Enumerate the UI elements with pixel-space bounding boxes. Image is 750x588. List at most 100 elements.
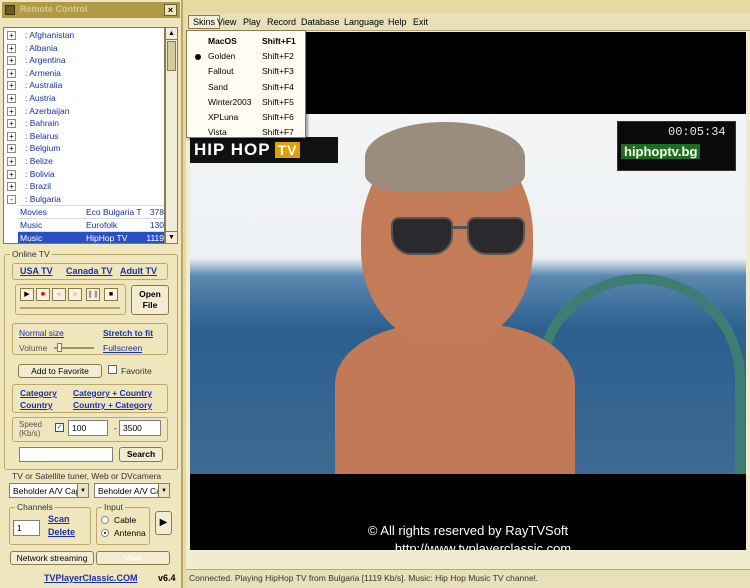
- collapse-icon[interactable]: -: [7, 194, 16, 204]
- expand-icon[interactable]: +: [7, 169, 16, 179]
- fullscreen-link[interactable]: Fullscreen: [103, 343, 142, 353]
- list-item[interactable]: +: Brazil: [4, 180, 164, 193]
- usa-tv-link[interactable]: USA TV: [20, 266, 53, 276]
- volume-thumb[interactable]: [57, 343, 62, 352]
- expand-icon[interactable]: +: [7, 157, 16, 166]
- stretch-to-fit-link[interactable]: Stretch to fit: [103, 328, 153, 338]
- expand-icon[interactable]: +: [7, 81, 16, 91]
- skin-name: Golden: [208, 51, 236, 62]
- view-button[interactable]: View: [96, 551, 170, 565]
- radio-dot-icon: [104, 532, 106, 534]
- list-item[interactable]: +: Armenia: [4, 67, 164, 80]
- menu-database[interactable]: Database: [301, 17, 340, 27]
- chevron-down-icon[interactable]: ▼: [77, 484, 88, 497]
- menu-exit[interactable]: Exit: [413, 17, 428, 27]
- expand-icon[interactable]: +: [7, 144, 16, 154]
- device1-select[interactable]: Beholder A/V Cap ▼: [9, 483, 89, 498]
- country-name: : Belarus: [25, 130, 59, 141]
- table-row[interactable]: Movies Eco Bulgaria T 378: [18, 205, 164, 218]
- canada-tv-link[interactable]: Canada TV: [66, 266, 113, 276]
- close-icon[interactable]: ×: [164, 4, 177, 16]
- skin-menu-item[interactable]: Sand Shift+F4: [187, 80, 305, 95]
- list-item[interactable]: +: Bahrain: [4, 117, 164, 130]
- window-title: Remote Control: [20, 4, 88, 14]
- chevron-down-icon[interactable]: ▼: [158, 484, 169, 497]
- expand-icon[interactable]: +: [7, 31, 16, 40]
- scroll-up-icon[interactable]: ▲: [166, 28, 177, 40]
- list-item[interactable]: +: Austria: [4, 92, 164, 105]
- table-row[interactable]: Music HipHop TV 1119: [18, 230, 164, 243]
- menu-record[interactable]: Record: [267, 17, 296, 27]
- expand-icon[interactable]: +: [7, 119, 16, 129]
- title-bar[interactable]: Remote Control ×: [2, 2, 180, 18]
- expand-icon[interactable]: +: [7, 106, 16, 116]
- cable-radio[interactable]: [101, 516, 109, 524]
- scroll-down-icon[interactable]: ▼: [166, 231, 177, 243]
- category-country-link[interactable]: Category + Country: [73, 388, 152, 398]
- eject-icon[interactable]: ■: [104, 288, 118, 301]
- list-item[interactable]: +: Argentina: [4, 54, 164, 67]
- delete-link[interactable]: Delete: [48, 527, 75, 537]
- stop-icon[interactable]: ■: [36, 288, 50, 301]
- adult-tv-link[interactable]: Adult TV: [120, 266, 157, 276]
- country-name: : Bulgaria: [25, 193, 61, 204]
- expand-icon[interactable]: +: [7, 43, 16, 53]
- scan-link[interactable]: Scan: [48, 514, 70, 524]
- list-item[interactable]: + : Belarus: [4, 130, 164, 143]
- country-link[interactable]: Country: [20, 400, 53, 410]
- expand-icon[interactable]: +: [7, 68, 16, 78]
- country-category-link[interactable]: Country + Category: [73, 400, 152, 410]
- normal-size-link[interactable]: Normal size: [19, 328, 64, 338]
- speed-max-input[interactable]: 3500: [119, 420, 161, 436]
- expand-icon[interactable]: +: [7, 56, 16, 66]
- country-tree[interactable]: +: Afghanistan +: Albania +: Argentina +: A…: [3, 27, 165, 244]
- list-item[interactable]: +: Bolivia: [4, 168, 164, 181]
- device2-value: Beholder A/V Ca: [98, 486, 161, 496]
- skin-menu-item[interactable]: Vista Shift+F7: [187, 125, 305, 140]
- table-row[interactable]: Music Eurofolk 130: [18, 218, 164, 231]
- speed-min-input[interactable]: 100: [68, 420, 108, 436]
- search-button[interactable]: Search: [119, 447, 163, 462]
- speed-checkbox[interactable]: ✓: [55, 423, 64, 432]
- list-item[interactable]: +: Afghanistan: [4, 29, 164, 42]
- list-item[interactable]: +: Belgium: [4, 142, 164, 155]
- list-item[interactable]: +: Belize: [4, 155, 164, 168]
- play-icon[interactable]: ▶: [20, 288, 34, 301]
- favorite-checkbox[interactable]: [108, 365, 117, 374]
- seek-bar[interactable]: [20, 307, 120, 309]
- person-image: [325, 114, 585, 474]
- device2-select[interactable]: Beholder A/V Ca ▼: [94, 483, 170, 498]
- menu-view[interactable]: View: [217, 17, 236, 27]
- list-item[interactable]: +: Australia: [4, 79, 164, 92]
- menu-skins[interactable]: Skins: [188, 15, 221, 29]
- rewind-icon[interactable]: «: [52, 288, 66, 301]
- channel-stepper[interactable]: 1: [13, 520, 40, 536]
- network-streaming-button[interactable]: Network streaming: [10, 551, 94, 565]
- skin-menu-item[interactable]: MacOS Shift+F1: [187, 34, 305, 49]
- menu-help[interactable]: Help: [388, 17, 407, 27]
- skin-menu-item[interactable]: Golden Shift+F2: [187, 49, 305, 64]
- list-item[interactable]: -: Bulgaria: [4, 193, 164, 206]
- category-link[interactable]: Category: [20, 388, 57, 398]
- scroll-thumb[interactable]: [167, 41, 176, 71]
- expand-icon[interactable]: +: [7, 94, 16, 103]
- logo-tv: TV: [274, 142, 301, 158]
- skin-menu-item[interactable]: XPLuna Shift+F6: [187, 110, 305, 125]
- website-link[interactable]: TVPlayerClassic.COM: [44, 573, 138, 583]
- list-item[interactable]: +: Albania: [4, 42, 164, 55]
- list-scrollbar[interactable]: ▲ ▼: [165, 27, 178, 244]
- open-file-button[interactable]: Open File: [131, 285, 169, 315]
- list-item[interactable]: +: Azerbaijan: [4, 105, 164, 118]
- search-input[interactable]: [19, 447, 113, 462]
- skin-menu-item[interactable]: Fallout Shift+F3: [187, 64, 305, 79]
- menu-language[interactable]: Language: [344, 17, 384, 27]
- tuner-play-icon[interactable]: ▶: [155, 511, 172, 535]
- skin-menu-item[interactable]: Winter2003 Shift+F5: [187, 95, 305, 110]
- pause-icon[interactable]: ❚❚: [86, 288, 100, 301]
- forward-icon[interactable]: »: [68, 288, 82, 301]
- add-to-favorite-button[interactable]: Add to Favorite: [18, 364, 102, 378]
- expand-icon[interactable]: +: [7, 131, 16, 141]
- expand-icon[interactable]: +: [7, 182, 16, 192]
- menu-play[interactable]: Play: [243, 17, 261, 27]
- antenna-radio[interactable]: [101, 529, 109, 537]
